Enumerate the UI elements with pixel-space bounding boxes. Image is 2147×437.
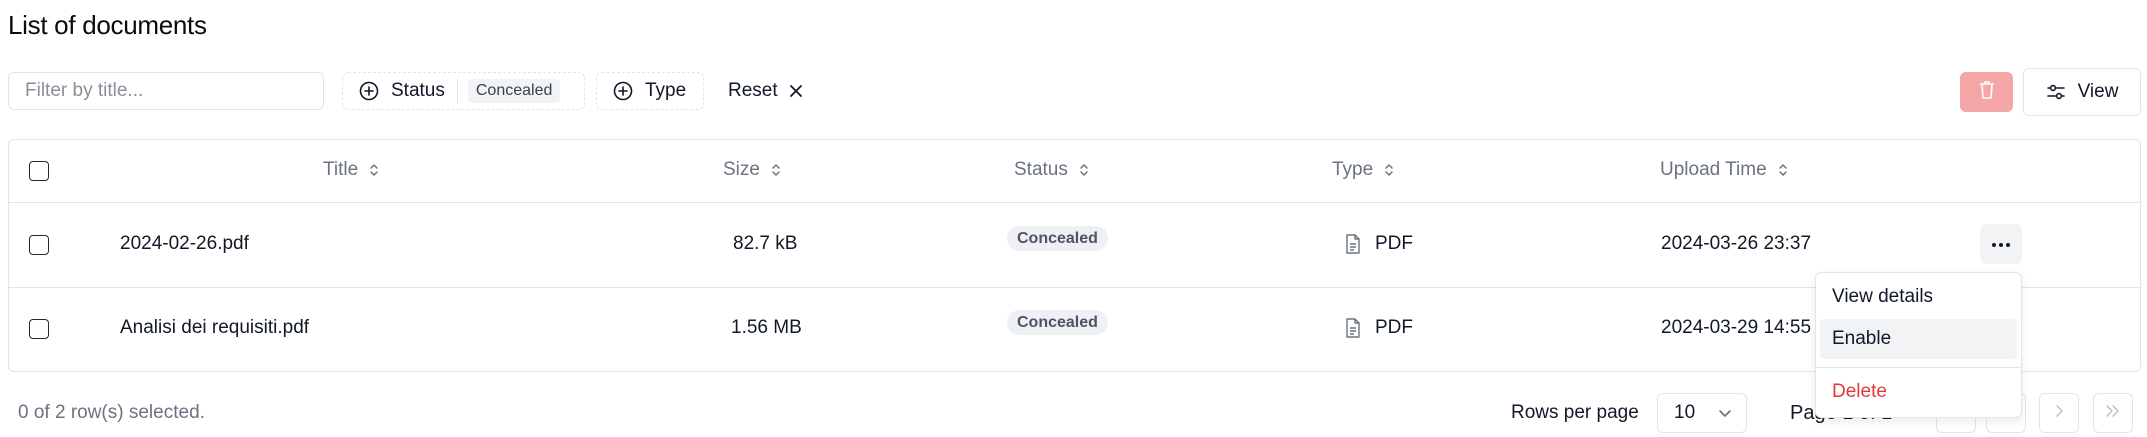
- header-divider: [9, 202, 2140, 203]
- last-page-button[interactable]: [2093, 393, 2133, 433]
- row-checkbox[interactable]: [29, 235, 49, 255]
- plus-circle-icon: [359, 81, 379, 101]
- sliders-icon: [2046, 83, 2066, 101]
- cell-type: PDF: [1345, 233, 1413, 255]
- close-icon: [788, 83, 804, 99]
- cell-type: PDF: [1345, 317, 1413, 339]
- column-header-upload-time[interactable]: Upload Time: [1660, 159, 1789, 181]
- next-page-button[interactable]: [2039, 393, 2079, 433]
- page-title: List of documents: [8, 10, 207, 40]
- menu-item-delete[interactable]: Delete: [1820, 372, 2017, 412]
- chevron-down-icon: [1718, 402, 1732, 424]
- rows-per-page-label: Rows per page: [1511, 402, 1639, 423]
- delete-selected-button[interactable]: [1960, 72, 2013, 112]
- plus-circle-icon: [613, 81, 633, 101]
- menu-item-view-details[interactable]: View details: [1820, 277, 2017, 317]
- cell-title: 2024-02-26.pdf: [120, 233, 249, 254]
- column-header-type[interactable]: Type: [1332, 159, 1395, 181]
- cell-title: Analisi dei requisiti.pdf: [120, 317, 310, 338]
- chip-divider: [456, 79, 458, 103]
- cell-upload-time: 2024-03-26 23:37: [1661, 233, 1812, 254]
- rows-per-page-value: 10: [1674, 402, 1696, 423]
- status-filter-label: Status: [391, 80, 445, 101]
- sort-icon: [1383, 162, 1395, 178]
- sort-icon: [1777, 162, 1789, 178]
- type-filter-button[interactable]: Type: [596, 72, 704, 110]
- row-checkbox[interactable]: [29, 319, 49, 339]
- type-filter-label: Type: [645, 80, 687, 101]
- cell-size: 82.7 kB: [733, 233, 798, 254]
- menu-item-enable[interactable]: Enable: [1820, 319, 2017, 359]
- column-header-size[interactable]: Size: [723, 159, 782, 181]
- file-text-icon: [1345, 234, 1361, 254]
- filter-title-input[interactable]: [8, 72, 324, 110]
- more-horizontal-icon: [1991, 235, 2011, 253]
- row-actions-button[interactable]: [1980, 224, 2022, 264]
- menu-divider: [1816, 367, 2021, 368]
- sort-icon: [368, 162, 380, 178]
- selection-count: 0 of 2 row(s) selected.: [18, 402, 205, 423]
- rows-per-page-select[interactable]: 10: [1657, 393, 1747, 433]
- status-filter-button[interactable]: Status Concealed: [342, 72, 585, 110]
- status-badge: Concealed: [1007, 226, 1108, 251]
- select-all-checkbox[interactable]: [29, 161, 49, 181]
- column-header-status[interactable]: Status: [1014, 159, 1090, 181]
- status-filter-badge: Concealed: [467, 79, 561, 103]
- view-options-button[interactable]: View: [2023, 68, 2141, 116]
- chevrons-right-icon: [2105, 404, 2121, 423]
- reset-label: Reset: [728, 80, 778, 101]
- trash-icon: [1977, 79, 1997, 106]
- cell-upload-time: 2024-03-29 14:55: [1661, 317, 1812, 338]
- reset-filters-button[interactable]: Reset: [718, 72, 814, 110]
- sort-icon: [1078, 162, 1090, 178]
- status-badge: Concealed: [1007, 310, 1108, 335]
- row-actions-menu: View details Enable Delete: [1815, 272, 2022, 418]
- file-text-icon: [1345, 318, 1361, 338]
- chevron-right-icon: [2054, 404, 2064, 423]
- cell-size: 1.56 MB: [731, 317, 802, 338]
- view-label: View: [2077, 81, 2119, 102]
- column-header-title[interactable]: Title: [323, 159, 380, 181]
- sort-icon: [770, 162, 782, 178]
